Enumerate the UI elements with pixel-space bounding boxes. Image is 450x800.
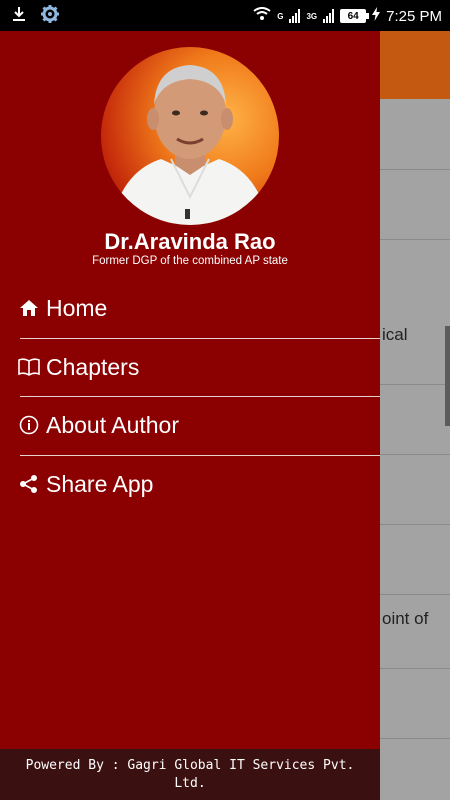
list-item[interactable]: oint of: [380, 595, 450, 669]
network-type-label: G: [277, 11, 284, 21]
settings-gear-icon: [40, 4, 60, 29]
list-item[interactable]: [380, 99, 450, 170]
clock: 7:25 PM: [386, 7, 442, 25]
divider: [20, 455, 380, 456]
download-icon: [12, 6, 26, 27]
battery-level: 64: [347, 10, 359, 22]
list-item[interactable]: ical: [380, 240, 450, 385]
divider: [20, 396, 380, 397]
list-item[interactable]: [380, 525, 450, 595]
signal-strength-icon-2: [323, 9, 335, 23]
menu-item-label: About Author: [46, 411, 179, 438]
author-name: Dr.Aravinda Rao: [104, 229, 276, 254]
list-item[interactable]: [380, 170, 450, 240]
powered-by-footer: Powered By : Gagri Global IT Services Pv…: [0, 749, 380, 800]
signal-strength-icon: [289, 9, 301, 23]
menu-item-label: Chapters: [46, 353, 140, 380]
menu-item-share-app[interactable]: Share App: [18, 464, 380, 504]
author-avatar: [101, 47, 279, 225]
menu-item-home[interactable]: Home: [18, 288, 380, 328]
info-icon: [18, 414, 40, 436]
network-type-label-2: 3G: [306, 11, 318, 21]
author-subtitle: Former DGP of the combined AP state: [92, 255, 288, 267]
divider: [20, 338, 380, 339]
menu-item-label: Share App: [46, 470, 154, 497]
home-icon: [18, 297, 40, 319]
scrollbar[interactable]: [445, 326, 450, 426]
book-icon: [18, 356, 40, 378]
charging-bolt-icon: [372, 7, 381, 25]
menu-item-about-author[interactable]: About Author: [18, 405, 380, 445]
navigation-drawer: Dr.Aravinda Rao Former DGP of the combin…: [0, 31, 380, 800]
menu-item-label: Home: [46, 294, 108, 321]
list-item[interactable]: [380, 385, 450, 455]
list-item[interactable]: [380, 455, 450, 525]
battery-icon: 64: [340, 9, 370, 23]
wifi-icon: [253, 7, 271, 25]
menu-item-chapters[interactable]: Chapters: [18, 347, 380, 387]
footer-text: Powered By : Gagri Global IT Services Pv…: [25, 757, 355, 791]
status-bar: G 3G 64 7:25 PM: [0, 0, 450, 31]
share-icon: [18, 473, 40, 495]
list-item[interactable]: [380, 669, 450, 739]
